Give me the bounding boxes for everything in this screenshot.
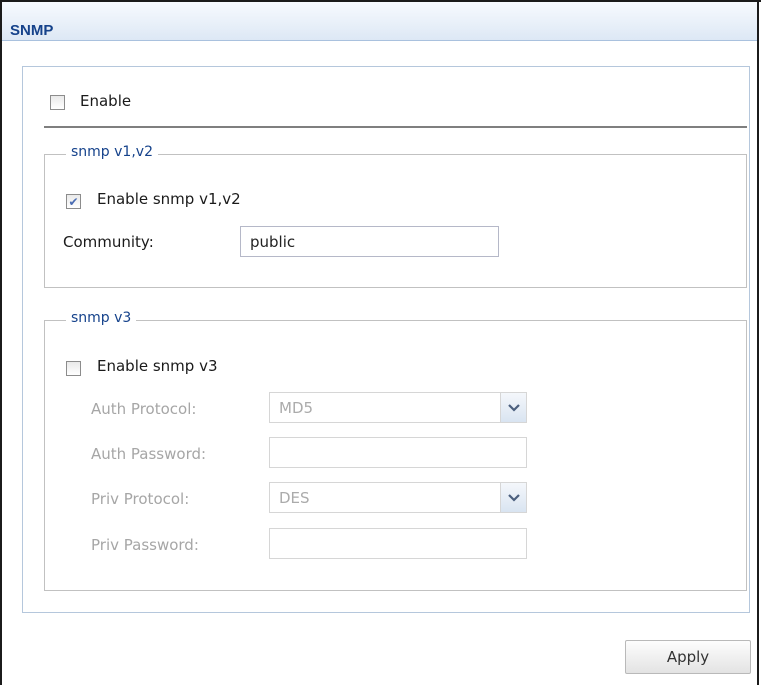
check-icon: ✔: [68, 194, 79, 209]
priv-password-input[interactable]: [269, 528, 527, 559]
window-border-right: [757, 0, 759, 685]
enable-checkbox[interactable]: [50, 95, 65, 110]
priv-password-label: Priv Password:: [91, 536, 199, 554]
snmp-v12-fieldset: [44, 154, 747, 288]
auth-protocol-value: MD5: [279, 399, 314, 417]
priv-protocol-select[interactable]: DES: [269, 482, 527, 513]
chevron-down-icon: [507, 403, 520, 412]
chevron-down-icon: [507, 493, 520, 502]
section-divider: [44, 126, 747, 128]
auth-password-label: Auth Password:: [91, 445, 207, 463]
apply-button[interactable]: Apply: [625, 640, 751, 674]
auth-protocol-label: Auth Protocol:: [91, 400, 197, 418]
enable-snmp-v3-checkbox[interactable]: [66, 361, 81, 376]
snmp-v3-legend: snmp v3: [66, 310, 137, 326]
auth-protocol-select[interactable]: MD5: [269, 392, 527, 423]
enable-label: Enable: [80, 92, 132, 110]
priv-protocol-trigger[interactable]: [500, 483, 526, 512]
panel-title: SNMP: [10, 22, 54, 39]
enable-snmp-v3-label: Enable snmp v3: [97, 357, 218, 375]
snmp-v12-legend: snmp v1,v2: [66, 144, 158, 160]
community-label: Community:: [63, 233, 154, 251]
community-input[interactable]: public: [240, 226, 499, 257]
priv-protocol-value: DES: [279, 489, 310, 507]
auth-password-input[interactable]: [269, 437, 527, 468]
priv-protocol-label: Priv Protocol:: [91, 490, 190, 508]
enable-snmp-v12-checkbox[interactable]: ✔: [66, 194, 81, 209]
window-border-left: [0, 0, 2, 685]
panel-header: SNMP: [2, 2, 757, 41]
auth-protocol-trigger[interactable]: [500, 393, 526, 422]
enable-snmp-v12-label: Enable snmp v1,v2: [97, 190, 241, 208]
